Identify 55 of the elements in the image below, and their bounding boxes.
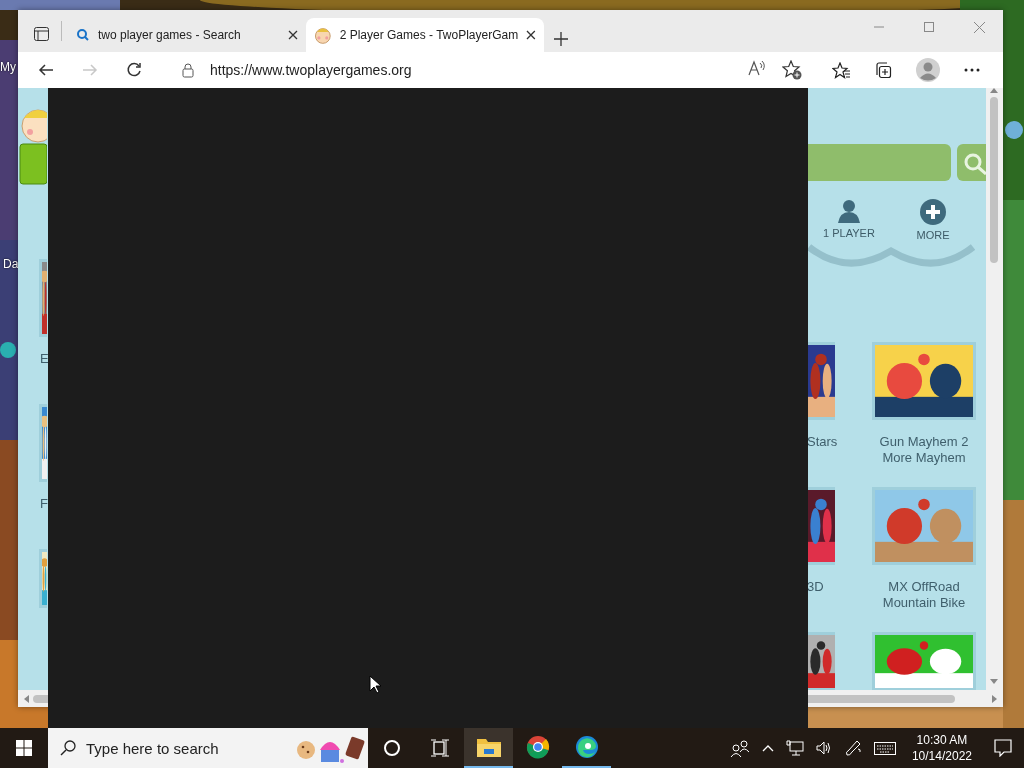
person-icon [837,199,861,223]
game-title[interactable]: 3D [807,579,837,595]
scroll-down-icon[interactable] [990,679,998,684]
browser-tab[interactable]: two player games - Search [68,18,306,52]
game-title[interactable]: Stars [807,434,837,450]
keyboard-icon[interactable] [873,741,896,755]
clock[interactable]: 10:30 AM 10/14/2022 [907,732,976,764]
scroll-left-icon[interactable] [24,694,29,703]
game-tile[interactable] [807,632,835,690]
windows-logo-icon[interactable] [16,740,32,756]
edge-icon [574,735,599,759]
collections-icon[interactable] [874,61,892,79]
profile-avatar-icon[interactable] [916,58,940,82]
back-arrow-icon[interactable] [38,62,54,78]
favorites-icon[interactable] [832,61,850,79]
network-icon[interactable] [785,740,804,756]
volume-icon[interactable] [815,741,832,755]
game-tile[interactable] [807,342,835,420]
lock-icon [182,62,194,78]
chevron-up-icon[interactable] [761,744,774,752]
more-options-icon[interactable] [964,68,980,72]
add-favorite-icon[interactable] [782,60,802,80]
maximize-icon[interactable] [924,22,934,32]
people-icon[interactable] [729,739,750,757]
search-field[interactable] [807,144,951,181]
scroll-thumb[interactable] [990,97,998,263]
close-icon[interactable] [526,30,536,40]
browser-tab[interactable]: 2 Player Games - TwoPlayerGam [306,18,544,52]
cortana-icon[interactable] [383,739,401,757]
game-title[interactable]: Gun Mayhem 2 More Mayhem [872,434,976,466]
folder-icon [476,737,501,757]
chrome-icon [525,735,550,759]
scroll-right-icon[interactable] [992,694,997,703]
game-title[interactable]: F [40,496,47,512]
game-title[interactable]: E [40,351,47,367]
search-icon [60,740,76,756]
cursor-icon [369,675,381,694]
game-tile[interactable] [39,549,47,608]
game-title[interactable]: MX OffRoad Mountain Bike [872,579,976,611]
new-tab-icon[interactable] [554,32,568,46]
sidebar-icon[interactable] [34,27,49,41]
task-view-icon[interactable] [431,739,449,757]
plus-circle-icon [920,199,946,225]
taskbar-search-field[interactable]: Type here to search [48,728,368,768]
nav-item[interactable]: 1 PLAYER [807,199,891,241]
refresh-icon[interactable] [126,62,142,78]
nav-item[interactable]: MORE [891,199,975,241]
close-icon[interactable] [288,30,298,40]
taskbar-app-button[interactable] [464,728,513,768]
face-icon [314,26,332,44]
game-tile[interactable] [807,487,835,565]
pen-icon[interactable] [843,739,862,757]
read-aloud-icon[interactable] [748,60,766,76]
notification-icon[interactable] [994,739,1012,757]
search-icon [76,28,90,42]
